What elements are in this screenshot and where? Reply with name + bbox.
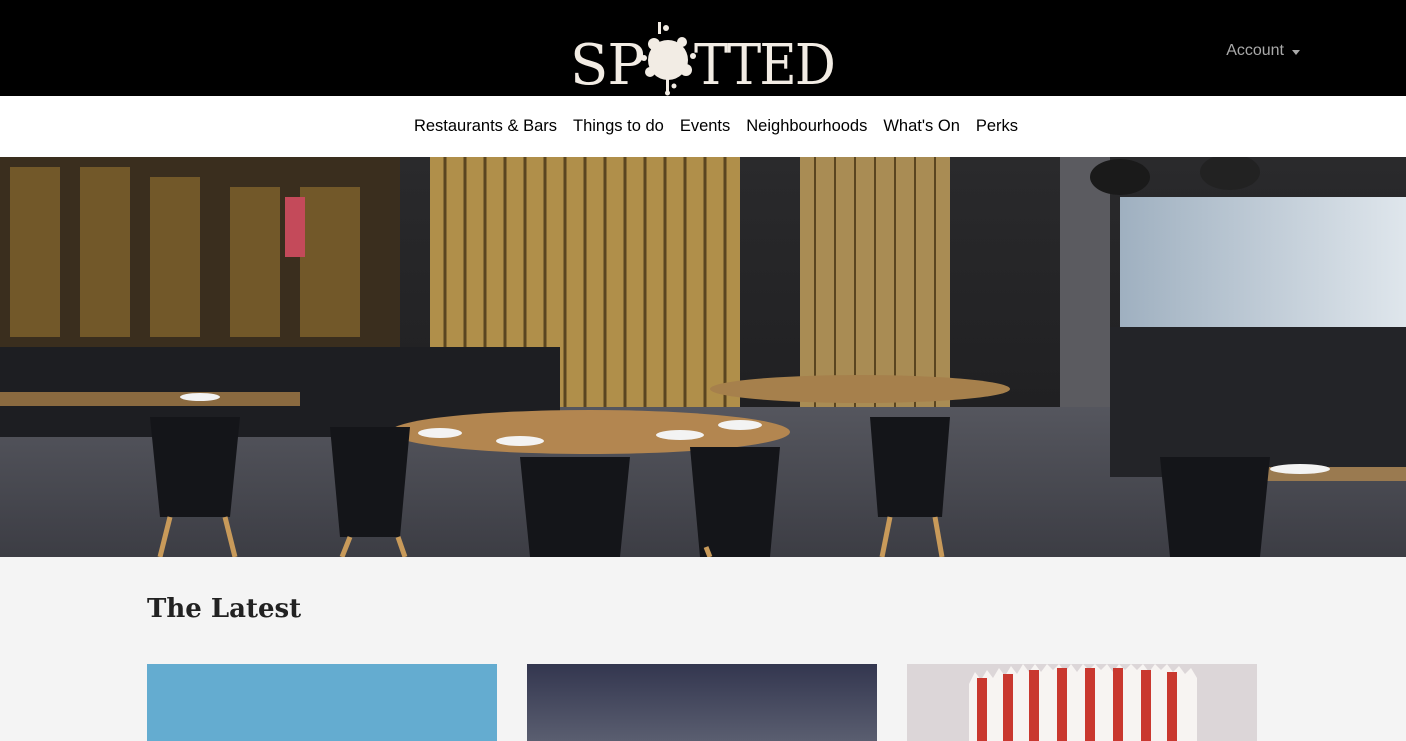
nav-item-whats-on[interactable]: What's On	[883, 117, 960, 136]
nav-item-things-to-do[interactable]: Things to do	[573, 117, 664, 136]
nav-item-perks[interactable]: Perks	[976, 117, 1018, 136]
caret-down-icon	[1292, 49, 1300, 55]
account-dropdown[interactable]: Account	[1226, 42, 1300, 60]
nav-item-neighbourhoods[interactable]: Neighbourhoods	[746, 117, 867, 136]
hero-image	[0, 157, 1406, 557]
article-card[interactable]	[147, 664, 497, 741]
account-label: Account	[1226, 42, 1284, 59]
svg-text:SP: SP	[570, 33, 644, 96]
main-nav: Restaurants & Bars Things to do Events N…	[0, 96, 1406, 157]
article-card-image	[527, 664, 877, 741]
article-card[interactable]	[907, 664, 1257, 741]
latest-section-title: The Latest	[147, 594, 302, 624]
top-bar: SP TTED Account	[0, 0, 1406, 96]
svg-text:TTED: TTED	[694, 33, 834, 96]
article-card-image	[147, 664, 497, 741]
restaurant-interior-illustration	[0, 157, 1406, 557]
logo-graphic: SP TTED	[570, 22, 836, 96]
nav-item-events[interactable]: Events	[680, 117, 730, 136]
site-logo[interactable]: SP TTED	[570, 22, 836, 96]
nav-item-restaurants-bars[interactable]: Restaurants & Bars	[414, 117, 557, 136]
article-card[interactable]	[527, 664, 877, 741]
article-card-image	[907, 664, 1257, 741]
